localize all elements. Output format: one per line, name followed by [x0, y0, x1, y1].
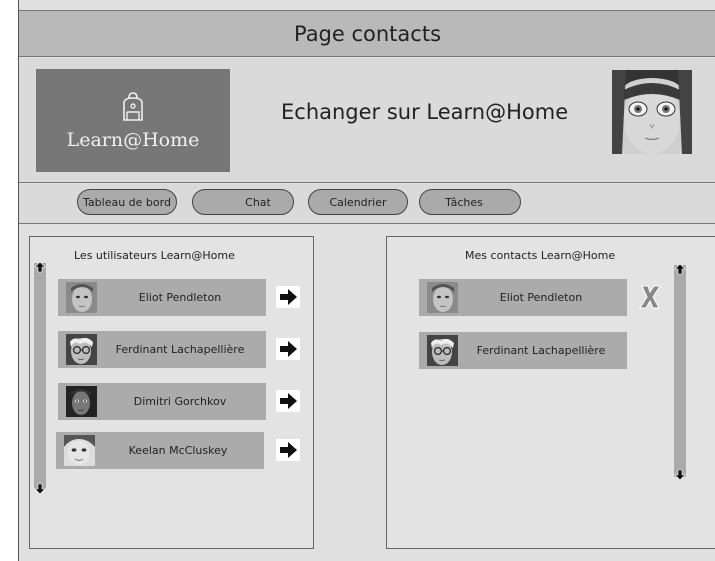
avatar [66, 334, 97, 365]
app-window: Page contacts Learn@Home Echanger sur Le… [18, 0, 715, 561]
profile-avatar[interactable] [612, 70, 692, 154]
add-contact-button[interactable] [276, 439, 300, 461]
arrow-right-icon [280, 393, 297, 409]
scroll-up-icon[interactable] [674, 263, 686, 275]
contact-name: Eliot Pendleton [499, 291, 583, 304]
avatar [427, 335, 458, 366]
scroll-down-icon[interactable] [674, 469, 686, 481]
nav-label: Tableau de bord [83, 195, 171, 209]
user-row: Dimitri Gorchkov [58, 383, 266, 420]
banner: Learn@Home Echanger sur Learn@Home [19, 58, 715, 183]
banner-tagline: Echanger sur Learn@Home [281, 100, 569, 124]
contacts-panel-title: Mes contacts Learn@Home [465, 249, 616, 262]
avatar [427, 282, 458, 313]
nav-label: Calendrier [329, 195, 387, 209]
nav-label: Tâches [445, 195, 483, 209]
nav-bar: Tableau de bord Chat Calendrier Tâches [19, 184, 715, 224]
backpack-icon [123, 91, 143, 121]
nav-calendrier[interactable]: Calendrier [308, 189, 408, 215]
arrow-right-icon [280, 442, 297, 458]
arrow-right-icon [280, 289, 297, 305]
nav-chat[interactable]: Chat [192, 189, 294, 215]
contact-name: Ferdinant Lachapellière [476, 344, 606, 357]
users-panel-title: Les utilisateurs Learn@Home [74, 249, 235, 262]
scroll-down-icon[interactable] [34, 483, 46, 495]
add-contact-button[interactable] [276, 390, 300, 412]
user-name: Dimitri Gorchkov [133, 395, 227, 408]
user-row: Eliot Pendleton [58, 279, 266, 316]
nav-taches[interactable]: Tâches [419, 189, 521, 215]
logo-text: Learn@Home [66, 128, 200, 151]
nav-label: Chat [245, 195, 271, 209]
user-name: Ferdinant Lachapellière [115, 343, 245, 356]
users-scrollbar[interactable] [34, 263, 46, 489]
contacts-panel: Mes contacts Learn@Home Eliot Pendleton [386, 236, 715, 549]
remove-x-icon [639, 285, 661, 309]
contact-row: Ferdinant Lachapellière [419, 332, 627, 369]
scroll-up-icon[interactable] [34, 261, 46, 273]
avatar [64, 435, 95, 466]
user-row: Ferdinant Lachapellière [58, 331, 266, 368]
add-contact-button[interactable] [276, 338, 300, 360]
user-name: Eliot Pendleton [138, 291, 222, 304]
page-header: Page contacts [19, 10, 715, 57]
add-contact-button[interactable] [276, 286, 300, 308]
users-panel: Les utilisateurs Learn@Home Eliot Pendle… [29, 236, 314, 549]
avatar [66, 386, 97, 417]
user-row: Keelan McCluskey [56, 432, 264, 469]
contacts-scrollbar[interactable] [674, 265, 686, 477]
logo[interactable]: Learn@Home [36, 69, 230, 172]
nav-tableau-de-bord[interactable]: Tableau de bord [77, 189, 177, 215]
contact-row: Eliot Pendleton [419, 279, 627, 316]
remove-contact-button[interactable] [637, 283, 663, 311]
page-title: Page contacts [293, 21, 442, 46]
user-name: Keelan McCluskey [128, 444, 228, 457]
arrow-right-icon [280, 341, 297, 357]
avatar [66, 282, 97, 313]
